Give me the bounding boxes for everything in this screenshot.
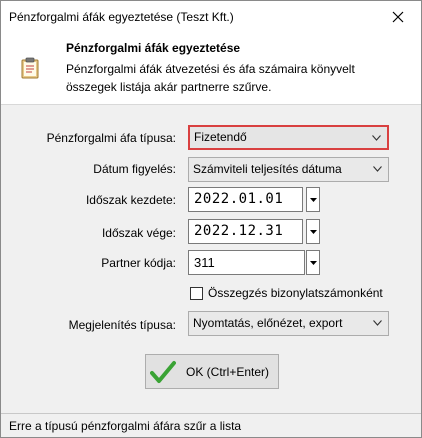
header-title: Pénzforgalmi áfák egyeztetése xyxy=(66,41,241,55)
date-watch-label: Dátum figyelés: xyxy=(93,162,176,176)
header-description: Pénzforgalmi áfák átvezetési és áfa szám… xyxy=(66,62,355,94)
close-button[interactable] xyxy=(375,1,421,32)
display-type-value: Nyomtatás, előnézet, export xyxy=(193,316,343,330)
ok-button-label: OK (Ctrl+Enter) xyxy=(186,364,270,379)
period-end-input[interactable]: 2022.12.31 xyxy=(188,219,303,244)
afa-type-value: Fizetendő xyxy=(194,130,247,144)
ok-button[interactable]: OK (Ctrl+Enter) xyxy=(145,354,279,389)
title-bar: Pénzforgalmi áfák egyeztetése (Teszt Kft… xyxy=(1,1,421,32)
dropdown-arrow-icon xyxy=(309,260,317,265)
afa-type-label: Pénzforgalmi áfa típusa: xyxy=(46,131,176,145)
date-watch-select[interactable]: Számviteli teljesítés dátuma xyxy=(188,157,389,182)
period-end-dropdown-button[interactable] xyxy=(306,219,320,244)
clipboard-icon xyxy=(21,57,39,79)
status-bar: Erre a típusú pénzforgalmi áfára szűr a … xyxy=(1,413,421,437)
date-watch-value: Számviteli teljesítés dátuma xyxy=(193,162,342,176)
period-start-label: Időszak kezdete: xyxy=(85,193,176,207)
chevron-down-icon xyxy=(373,320,382,326)
period-start-input[interactable]: 2022.01.01 xyxy=(188,187,303,212)
summarize-checkbox-label: Összegzés bizonylatszámonként xyxy=(208,286,383,300)
dialog-window: Pénzforgalmi áfák egyeztetése (Teszt Kft… xyxy=(0,0,422,438)
status-text: Erre a típusú pénzforgalmi áfára szűr a … xyxy=(9,419,242,433)
checkmark-icon xyxy=(150,360,176,383)
display-type-select[interactable]: Nyomtatás, előnézet, export xyxy=(188,311,389,336)
dropdown-arrow-icon xyxy=(309,229,317,234)
dropdown-arrow-icon xyxy=(309,197,317,202)
summarize-checkbox-row[interactable]: Összegzés bizonylatszámonként xyxy=(190,286,383,300)
partner-code-input[interactable]: 311 xyxy=(188,250,305,275)
window-title: Pénzforgalmi áfák egyeztetése (Teszt Kft… xyxy=(9,10,234,24)
summarize-checkbox[interactable] xyxy=(190,286,203,300)
chevron-down-icon xyxy=(372,135,381,141)
close-icon xyxy=(392,11,404,22)
display-type-label: Megjelenítés típusa: xyxy=(68,318,176,332)
partner-code-dropdown-button[interactable] xyxy=(306,250,320,275)
period-start-dropdown-button[interactable] xyxy=(306,187,320,212)
partner-code-label: Partner kódja: xyxy=(101,256,176,270)
afa-type-select[interactable]: Fizetendő xyxy=(188,125,389,150)
header-panel: Pénzforgalmi áfák egyeztetése Pénzforgal… xyxy=(1,32,421,105)
chevron-down-icon xyxy=(373,166,382,172)
period-end-label: Időszak vége: xyxy=(101,226,176,240)
